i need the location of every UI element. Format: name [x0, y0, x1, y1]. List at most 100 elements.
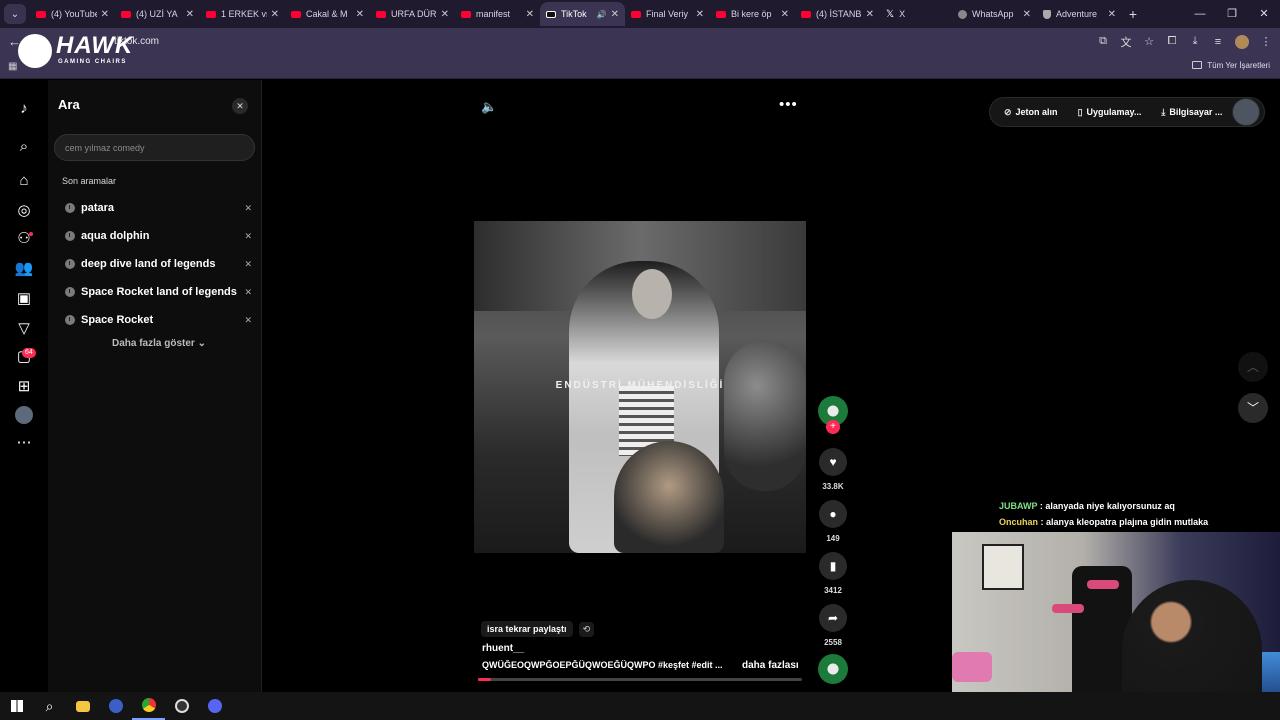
- bookmark-icon[interactable]: ▮: [819, 552, 847, 580]
- desktop-app-button[interactable]: ⤓ Bilgisayar ...: [1151, 98, 1232, 126]
- menu-dots-icon[interactable]: ⋮: [1260, 35, 1272, 48]
- extensions-icon[interactable]: ⧠: [1166, 35, 1178, 48]
- remove-icon[interactable]: ✕: [244, 203, 252, 214]
- explore-icon[interactable]: ◎: [14, 200, 34, 220]
- browser-tab[interactable]: 1 ERKEK vs ✕: [200, 2, 285, 26]
- close-icon[interactable]: ✕: [1108, 9, 1116, 20]
- upload-icon[interactable]: ⊞: [14, 376, 34, 396]
- video-author[interactable]: rhuent__: [482, 643, 524, 654]
- get-app-button[interactable]: ▯ Uygulamay...: [1068, 98, 1152, 126]
- recent-search-item[interactable]: deep dive land of legends ✕: [58, 250, 254, 278]
- sound-avatar[interactable]: [818, 654, 848, 684]
- recent-search-item[interactable]: Space Rocket ✕: [58, 306, 254, 334]
- chat-user: Oncuhan: [999, 517, 1039, 527]
- user-avatar[interactable]: [1232, 98, 1261, 126]
- browser-tab[interactable]: Final Veriy ✕: [625, 2, 710, 26]
- search-icon[interactable]: ⌕: [14, 136, 34, 156]
- remove-icon[interactable]: ✕: [244, 315, 252, 326]
- all-bookmarks-link[interactable]: Tüm Yer İşaretleri: [1192, 61, 1270, 70]
- comment-icon[interactable]: ●: [819, 500, 847, 528]
- close-icon[interactable]: ✕: [186, 9, 194, 20]
- cast-icon[interactable]: ⧉: [1097, 35, 1109, 48]
- browser-tab[interactable]: WhatsApp ✕: [952, 2, 1037, 26]
- recent-search-item[interactable]: aqua dolphin ✕: [58, 222, 254, 250]
- profile-avatar[interactable]: [15, 406, 33, 424]
- folder-icon: [1192, 61, 1203, 69]
- browser-tab[interactable]: Bi kere öp ✕: [710, 2, 795, 26]
- browser-tab[interactable]: (4) UZİ YA ✕: [115, 2, 200, 26]
- more-options-icon[interactable]: •••: [779, 96, 798, 113]
- chevron-up-icon[interactable]: ︿: [1238, 352, 1268, 382]
- show-more-button[interactable]: Daha fazla göster ⌄: [112, 338, 206, 349]
- speaker-icon[interactable]: 🔊: [597, 10, 607, 19]
- chevron-down-icon[interactable]: ﹀: [1238, 393, 1268, 423]
- browser-tab[interactable]: manifest ✕: [455, 2, 540, 26]
- new-tab-button[interactable]: +: [1122, 6, 1144, 22]
- share-icon[interactable]: ➦: [819, 604, 847, 632]
- close-icon[interactable]: ✕: [781, 9, 789, 20]
- maximize-icon[interactable]: ❐: [1216, 0, 1248, 28]
- download-icon[interactable]: ⤓: [1189, 35, 1201, 48]
- following-icon[interactable]: ⚇: [14, 228, 34, 248]
- apps-grid-icon[interactable]: ▦: [8, 61, 17, 72]
- search-icon[interactable]: ⌕: [33, 692, 66, 720]
- close-window-icon[interactable]: ✕: [1248, 0, 1280, 28]
- obs-icon[interactable]: [165, 692, 198, 720]
- close-icon[interactable]: ✕: [356, 9, 364, 20]
- star-icon[interactable]: ☆: [1143, 35, 1155, 48]
- close-icon[interactable]: ✕: [1023, 9, 1031, 20]
- recent-search-item[interactable]: Space Rocket land of legends ✕: [58, 278, 254, 306]
- heart-icon[interactable]: ♥: [819, 448, 847, 476]
- close-icon[interactable]: ✕: [526, 9, 534, 20]
- video-progress-bar[interactable]: [478, 678, 802, 681]
- search-input[interactable]: [54, 134, 255, 161]
- media-icon[interactable]: ≡: [1212, 36, 1224, 48]
- tiktok-logo-icon[interactable]: ♪: [14, 98, 34, 118]
- close-icon[interactable]: ✕: [866, 9, 874, 20]
- browser-tab[interactable]: 𝕏X: [880, 2, 952, 26]
- discord-icon[interactable]: [198, 692, 231, 720]
- repost-tag[interactable]: isra tekrar paylaştı: [481, 621, 573, 637]
- browser-tab-active[interactable]: TikTok 🔊 ✕: [540, 2, 625, 26]
- browser-tab[interactable]: Adventure ✕: [1037, 2, 1122, 26]
- save-count: 3412: [824, 586, 842, 595]
- close-icon[interactable]: ✕: [101, 9, 109, 20]
- live-icon[interactable]: ▣: [14, 288, 34, 308]
- recent-search-text: patara: [81, 202, 115, 214]
- close-icon[interactable]: ✕: [696, 9, 704, 20]
- friends-icon[interactable]: 👥: [14, 258, 34, 278]
- follow-plus-icon[interactable]: +: [826, 420, 840, 434]
- clock-icon: [65, 231, 75, 241]
- browser-tab[interactable]: (4) YouTube ✕: [30, 2, 115, 26]
- more-dots-icon[interactable]: ⋯: [14, 432, 34, 452]
- chrome-icon[interactable]: [132, 692, 165, 720]
- browser-tab[interactable]: URFA DÜR ✕: [370, 2, 455, 26]
- file-explorer-icon[interactable]: [66, 692, 99, 720]
- recent-search-item[interactable]: patara ✕: [58, 194, 254, 222]
- close-icon[interactable]: ✕: [271, 9, 279, 20]
- see-more-link[interactable]: daha fazlası: [742, 660, 799, 671]
- repost-icon[interactable]: ⟲: [578, 621, 595, 637]
- remove-icon[interactable]: ✕: [244, 259, 252, 270]
- tab-search-button[interactable]: ⌄: [4, 4, 26, 24]
- volume-icon[interactable]: 🔈: [481, 99, 497, 115]
- messages-icon[interactable]: ▽: [14, 318, 34, 338]
- get-coins-button[interactable]: ⊘ Jeton alın: [994, 98, 1068, 126]
- browser-tab[interactable]: (4) İSTANB ✕: [795, 2, 880, 26]
- profile-avatar[interactable]: [1235, 34, 1249, 49]
- app-icon[interactable]: [99, 692, 132, 720]
- window-controls: — ❐ ✕: [1184, 0, 1280, 28]
- browser-tab[interactable]: Cakal & M ✕: [285, 2, 370, 26]
- close-icon[interactable]: ✕: [232, 98, 248, 114]
- chat-message: JUBAWP : alanyada niye kalıyorsunuz aq: [999, 498, 1208, 514]
- minimize-icon[interactable]: —: [1184, 0, 1216, 28]
- video-player[interactable]: ENDÜSTRİ MÜHENDİSLİĞİ: [474, 221, 806, 553]
- close-icon[interactable]: ✕: [611, 9, 619, 20]
- share-count: 2558: [824, 638, 842, 647]
- remove-icon[interactable]: ✕: [244, 231, 252, 242]
- remove-icon[interactable]: ✕: [244, 287, 252, 298]
- translate-icon[interactable]: 文: [1120, 34, 1132, 50]
- windows-start-icon[interactable]: [0, 692, 33, 720]
- home-icon[interactable]: ⌂: [14, 170, 34, 190]
- close-icon[interactable]: ✕: [441, 9, 449, 20]
